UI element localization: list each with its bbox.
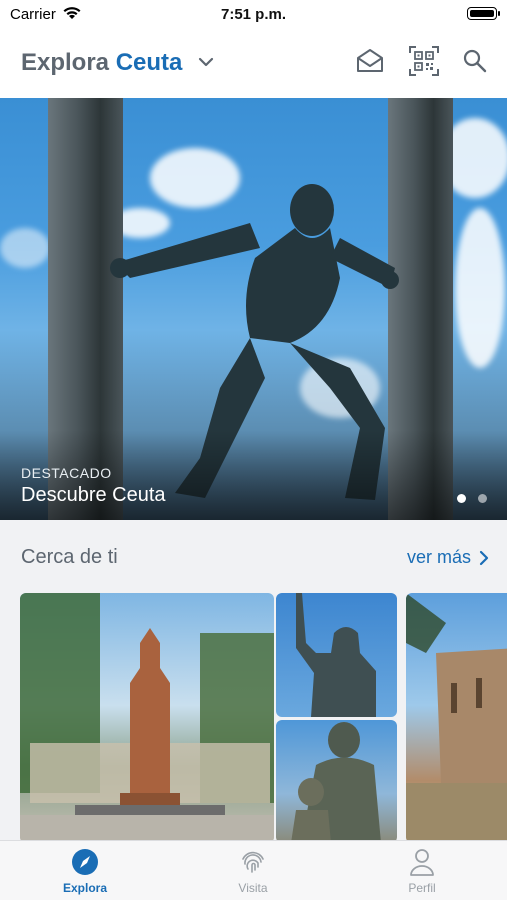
statue-family-image (291, 722, 381, 843)
qr-scan-button[interactable] (407, 44, 441, 78)
tab-perfil[interactable]: Perfil (372, 847, 472, 895)
search-button[interactable] (458, 44, 492, 78)
see-more-link[interactable]: ver más (407, 547, 489, 568)
featured-banner[interactable]: DESTACADO Descubre Ceuta (0, 98, 507, 520)
monument-image (20, 593, 274, 843)
city-selector[interactable]: Explora Ceuta (21, 49, 182, 77)
place-card-tower[interactable] (406, 593, 507, 843)
app-header: Explora Ceuta (0, 32, 507, 94)
tower-image (406, 593, 507, 843)
envelope-icon (357, 49, 383, 72)
place-card-monument[interactable] (20, 593, 274, 843)
compass-icon (72, 849, 98, 875)
tab-label: Perfil (408, 881, 436, 895)
fingerprint-icon (242, 851, 264, 873)
tab-label: Visita (238, 881, 268, 895)
user-icon (410, 849, 434, 876)
place-card-statue-woman[interactable] (276, 593, 397, 717)
nearby-section: Cerca de ti ver más (0, 520, 507, 843)
statue-woman-image (296, 593, 376, 717)
title-prefix: Explora (21, 49, 110, 76)
section-title: Cerca de ti (21, 546, 118, 568)
page-indicator[interactable] (457, 494, 487, 503)
clock: 7:51 p.m. (220, 6, 287, 23)
place-card-statue-family[interactable] (276, 720, 397, 843)
featured-kicker: DESTACADO (21, 465, 112, 481)
page-dot-2[interactable] (478, 494, 487, 503)
city-name: Ceuta (115, 49, 183, 76)
tab-label: Explora (62, 881, 107, 895)
inbox-button[interactable] (353, 44, 387, 78)
qr-code-icon (409, 46, 439, 76)
see-more-label: ver más (406, 547, 471, 567)
page-dot-1[interactable] (457, 494, 466, 503)
chevron-right-icon (479, 550, 489, 565)
battery-icon (467, 7, 500, 20)
status-bar: Carrier 7:51 p.m. (0, 0, 507, 30)
chevron-down-icon[interactable] (196, 54, 216, 70)
tab-explora[interactable]: Explora (35, 847, 135, 895)
search-icon (463, 49, 487, 73)
tab-visita[interactable]: Visita (203, 847, 303, 895)
featured-title: Descubre Ceuta (21, 484, 166, 506)
tab-bar: Explora Visita Perfil (0, 840, 507, 900)
